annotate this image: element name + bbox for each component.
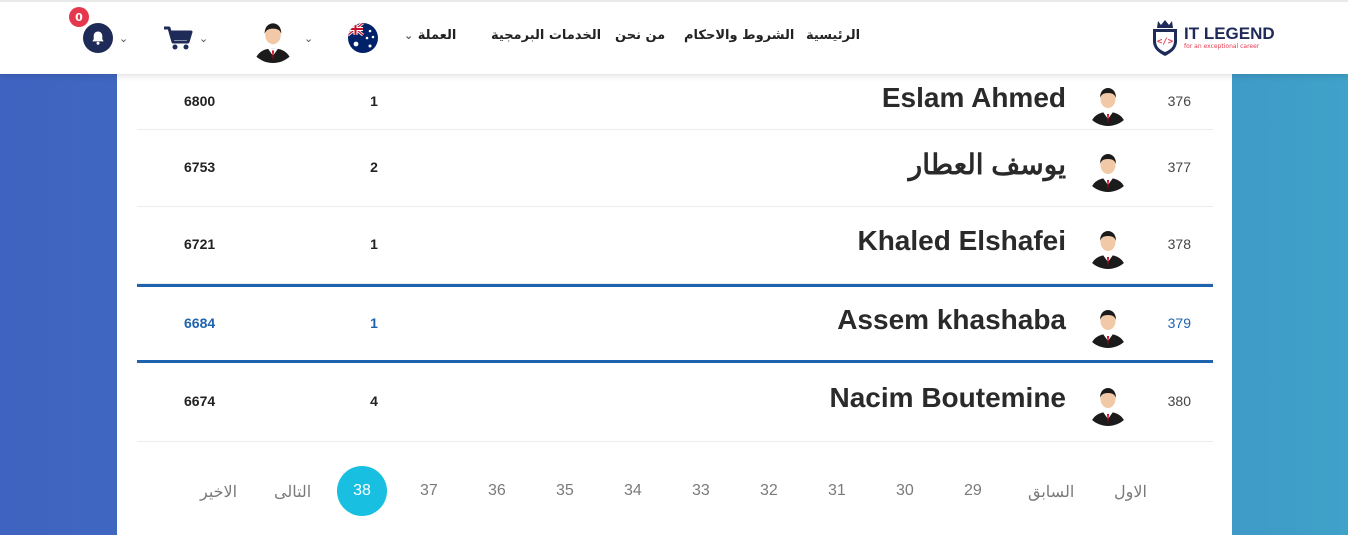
nav-link-home[interactable]: الرئيسية [806, 28, 860, 43]
nav-link-services[interactable]: الخدمات البرمجية [491, 28, 601, 43]
table-row: 6684 1 Assem khashaba 379 [137, 284, 1213, 363]
count-cell: 2 [370, 159, 378, 175]
count-cell: 1 [370, 92, 378, 109]
user-name[interactable]: Khaled Elshafei [857, 225, 1066, 257]
page-prev[interactable]: السابق [1028, 482, 1074, 502]
cart-menu[interactable]: ⌄ [163, 2, 208, 74]
page-last[interactable]: الاخير [200, 482, 237, 502]
pagination: الاخير التالى 38 29 30 31 32 33 34 35 36 37 السا… [117, 466, 1232, 516]
avatar[interactable] [1084, 77, 1132, 126]
chevron-down-icon[interactable]: ⌄ [119, 32, 128, 45]
nav-link-terms[interactable]: الشروط والاحكام [684, 28, 794, 43]
avatar[interactable] [1084, 144, 1132, 192]
logo-subtitle: for an exceptional career [1184, 43, 1260, 50]
page-next[interactable]: التالى [274, 482, 311, 502]
user-name[interactable]: Eslam Ahmed [882, 82, 1066, 114]
count-cell: 1 [370, 236, 378, 252]
page-current[interactable]: 38 [337, 466, 387, 516]
score-cell: 6684 [184, 314, 216, 331]
score-cell: 6800 [184, 92, 216, 109]
logo-shield-icon: </> [1153, 20, 1177, 56]
page-number[interactable]: 36 [488, 482, 506, 500]
rank-cell: 377 [1167, 159, 1191, 175]
page-number[interactable]: 31 [828, 482, 846, 500]
currency-label: العملة [417, 28, 457, 43]
score-cell: 6674 [184, 393, 216, 409]
page-number[interactable]: 30 [896, 482, 914, 500]
site-logo[interactable]: </> IT LEGEND for an exceptional career [1150, 16, 1275, 60]
score-cell: 6721 [184, 236, 216, 252]
nav-link-about[interactable]: من نحن [615, 28, 665, 43]
language-selector[interactable] [348, 2, 378, 74]
notification-badge: 0 [69, 7, 89, 27]
count-cell: 4 [370, 393, 378, 409]
chevron-down-icon[interactable]: ⌄ [199, 32, 208, 45]
notifications-menu[interactable]: 0 ⌄ [69, 2, 128, 74]
rank-cell: 380 [1167, 393, 1191, 409]
user-name[interactable]: Assem khashaba [837, 304, 1066, 336]
logo-title: IT LEGEND [1184, 24, 1275, 43]
chevron-down-icon: ⌄ [404, 29, 414, 42]
page-number[interactable]: 37 [420, 482, 438, 500]
page-number[interactable]: 33 [692, 482, 710, 500]
page-first[interactable]: الاول [1114, 482, 1147, 502]
user-name[interactable]: يوسف العطار [909, 148, 1066, 181]
chevron-down-icon[interactable]: ⌄ [304, 32, 313, 45]
avatar[interactable] [1084, 221, 1132, 269]
australia-flag-icon[interactable] [348, 23, 378, 53]
avatar[interactable] [1084, 378, 1132, 426]
table-row: 6674 4 Nacim Boutemine 380 [137, 363, 1213, 442]
page-number[interactable]: 35 [556, 482, 574, 500]
svg-text:</>: </> [1157, 37, 1174, 47]
avatar[interactable] [1084, 299, 1132, 348]
cart-icon[interactable] [163, 25, 193, 51]
page-number[interactable]: 29 [964, 482, 982, 500]
rank-cell: 379 [1167, 314, 1191, 331]
score-cell: 6753 [184, 159, 216, 175]
table-row: 6753 2 يوسف العطار 377 [137, 130, 1213, 207]
count-cell: 1 [370, 314, 378, 331]
rank-cell: 376 [1167, 92, 1191, 109]
table-row: 6721 1 Khaled Elshafei 378 [137, 207, 1213, 284]
user-menu[interactable]: ⌄ [248, 2, 313, 74]
avatar[interactable] [248, 13, 298, 63]
table-row: 6800 1 Eslam Ahmed 376 [137, 74, 1213, 130]
page-number[interactable]: 34 [624, 482, 642, 500]
page-number[interactable]: 32 [760, 482, 778, 500]
currency-menu[interactable]: ⌄ العملة [404, 28, 456, 43]
top-navbar: 0 ⌄ ⌄ ⌄ ⌄ العملة الخدمات البرمجية من نحن… [0, 0, 1348, 74]
rank-cell: 378 [1167, 236, 1191, 252]
user-name[interactable]: Nacim Boutemine [830, 382, 1067, 414]
bell-icon[interactable]: 0 [69, 7, 113, 53]
